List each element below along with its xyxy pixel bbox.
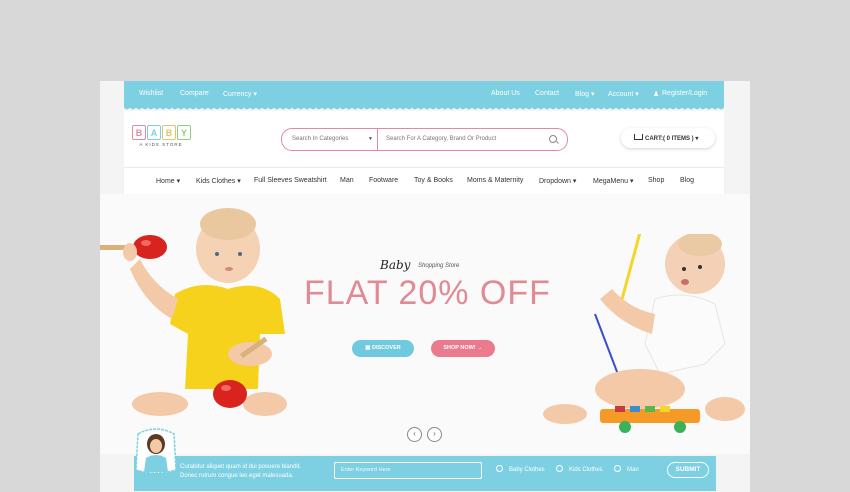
cart-icon <box>634 134 643 140</box>
prev-slide-button[interactable]: ‹ <box>407 427 422 442</box>
search-divider <box>377 129 378 150</box>
compare-link[interactable]: Compare <box>180 90 209 97</box>
nav-home[interactable]: Home ▾ <box>156 177 180 185</box>
account-dropdown[interactable]: Account ▾ <box>608 90 639 98</box>
search-input[interactable]: Search For A Category, Brand Or Product <box>386 136 496 142</box>
hero-script-title: Baby <box>380 258 411 272</box>
register-login-link[interactable]: Register/Login <box>662 90 707 97</box>
hero-slider: Baby Shopping Store FLAT 20% OFF ▦ DISCO… <box>100 194 750 454</box>
main-nav: Home ▾ Kids Clothes ▾ Full Sleeves Sweat… <box>124 167 724 194</box>
keyword-input[interactable]: Enter Keyword Here <box>334 462 482 479</box>
radio-icon <box>614 465 621 472</box>
search-bar: Search In Categories ▼ Search For A Cate… <box>281 128 568 151</box>
user-icon: ♟ <box>653 91 660 98</box>
nav-footware[interactable]: Footware <box>369 177 398 184</box>
radio-kids-clothes-label: Kids Clothes <box>569 467 603 473</box>
shop-now-label: SHOP NOW! → <box>443 345 483 351</box>
cart-button[interactable]: CART:( 0 ITEMS ) ▾ <box>621 128 715 148</box>
nav-kids-clothes[interactable]: Kids Clothes ▾ <box>196 177 241 185</box>
nav-dropdown[interactable]: Dropdown ▾ <box>539 177 576 185</box>
newsletter-text-line2: Donec rutrum congue leo eget malesuada. <box>180 473 294 479</box>
logo[interactable]: B A B Y A KIDS STORE <box>132 125 192 155</box>
radio-icon <box>556 465 563 472</box>
store-page: Wishlist Compare Currency ▾ About Us Con… <box>100 81 750 492</box>
radio-baby-clothes[interactable]: Baby Clothes <box>496 465 545 473</box>
submit-label: SUBMIT <box>675 466 701 473</box>
logo-block-a: A <box>147 125 161 140</box>
currency-dropdown[interactable]: Currency ▾ <box>223 90 257 98</box>
nav-man[interactable]: Man <box>340 177 354 184</box>
search-icon[interactable] <box>549 135 557 143</box>
nav-toy-books[interactable]: Toy & Books <box>414 177 453 184</box>
top-bar: Wishlist Compare Currency ▾ About Us Con… <box>124 81 724 106</box>
nav-shop[interactable]: Shop <box>648 177 664 184</box>
nav-blog[interactable]: Blog <box>680 177 694 184</box>
radio-man-label: Man <box>627 467 639 473</box>
grid-icon: ▦ <box>365 345 371 351</box>
hero-subtitle: Shopping Store <box>418 263 460 269</box>
chevron-down-icon: ▾ <box>695 136 699 142</box>
keyword-placeholder: Enter Keyword Here <box>341 467 391 473</box>
nav-full-sleeves-sweatshirt[interactable]: Full Sleeves Sweatshirt <box>254 177 327 184</box>
nav-megamenu[interactable]: MegaMenu ▾ <box>593 177 633 185</box>
radio-icon <box>496 465 503 472</box>
next-slide-button[interactable]: › <box>427 427 442 442</box>
caret-down-icon[interactable]: ▼ <box>368 136 373 142</box>
radio-man[interactable]: Man <box>614 465 639 473</box>
shop-now-button[interactable]: SHOP NOW! → <box>431 340 495 357</box>
wishlist-link[interactable]: Wishlist <box>139 90 163 97</box>
nav-moms-maternity[interactable]: Moms & Maternity <box>467 177 523 184</box>
hero-headline: FLAT 20% OFF <box>304 274 551 312</box>
contact-link[interactable]: Contact <box>535 90 559 97</box>
category-select[interactable]: Search In Categories <box>292 136 348 142</box>
logo-block-b: B <box>132 125 146 140</box>
chevron-right-icon: › <box>433 429 436 438</box>
logo-block-y: Y <box>177 125 191 140</box>
about-us-link[interactable]: About Us <box>491 90 520 97</box>
chevron-left-icon: ‹ <box>413 429 416 438</box>
cart-label: CART:( 0 ITEMS ) <box>645 136 694 142</box>
logo-block-b2: B <box>162 125 176 140</box>
newsletter-text-line1: Curabitur aliquet quam id dui posuere bl… <box>180 464 302 470</box>
baby-yellow-image <box>100 208 287 416</box>
girl-avatar-image <box>135 428 177 474</box>
logo-tagline: A KIDS STORE <box>139 142 183 147</box>
newsletter-bar: Curabitur aliquet quam id dui posuere bl… <box>134 456 716 491</box>
blog-dropdown[interactable]: Blog ▾ <box>575 90 594 98</box>
baby-xylophone-image <box>543 234 745 433</box>
submit-button[interactable]: SUBMIT <box>667 462 709 478</box>
discover-label: DISCOVER <box>372 345 401 351</box>
header: B A B Y A KIDS STORE Search In Categorie… <box>124 111 724 167</box>
radio-baby-clothes-label: Baby Clothes <box>509 467 545 473</box>
discover-button[interactable]: ▦ DISCOVER <box>352 340 414 357</box>
radio-kids-clothes[interactable]: Kids Clothes <box>556 465 603 473</box>
